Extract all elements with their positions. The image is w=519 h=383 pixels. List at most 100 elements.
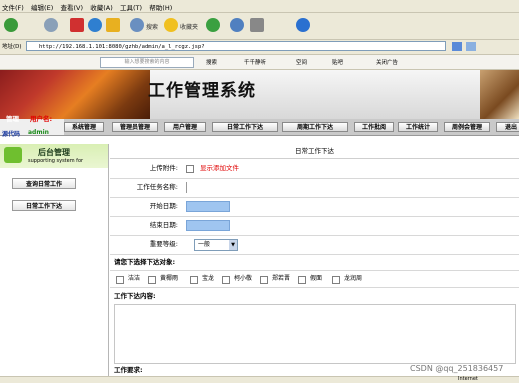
user-info: 管理 用户名: 源代码 admin <box>0 115 64 138</box>
nav-daily-assign[interactable]: 日常工作下达 <box>212 122 278 132</box>
sidebar-subtitle: supporting system for <box>28 158 84 164</box>
assignee-checkbox[interactable] <box>116 276 124 284</box>
address-input[interactable]: http://192.168.1.101:8080/gzhb/admin/a_l… <box>26 41 446 51</box>
source-label: 源代码 <box>2 131 21 138</box>
nav-logout[interactable]: 退出 <box>496 122 519 132</box>
menu-tools[interactable]: 工具(T) <box>118 0 145 12</box>
assignee-checkbox[interactable] <box>298 276 306 284</box>
assignee-name: 龙润周 <box>344 275 363 282</box>
nav-users[interactable]: 用户管理 <box>164 122 206 132</box>
start-date-row: 开始日期: <box>110 197 519 217</box>
nav-system[interactable]: 系统管理 <box>64 122 104 132</box>
end-date-label: 结束日期: <box>149 221 178 229</box>
ie-icon[interactable] <box>296 18 310 32</box>
assignee-checkbox[interactable] <box>190 276 198 284</box>
favorites-icon[interactable] <box>164 18 178 32</box>
assignee-name: 洁洁 <box>128 275 141 282</box>
requirements-label: 工作要求: <box>114 366 143 374</box>
address-bar: 地址(D) http://192.168.1.101:8080/gzhb/adm… <box>0 40 519 55</box>
assignee-checkbox[interactable] <box>332 276 340 284</box>
task-name-input[interactable] <box>186 182 187 193</box>
importance-select[interactable]: 一般 ▼ <box>194 239 238 251</box>
attachment-row: 上传附件: 显示添加文件 <box>110 159 519 179</box>
menu-view[interactable]: 查看(V) <box>58 0 86 12</box>
task-name-row: 工作任务名称: <box>110 178 519 198</box>
importance-label: 重要等级: <box>149 240 178 248</box>
assignee-name: 宝龙 <box>202 275 215 282</box>
home-icon[interactable] <box>106 18 120 32</box>
admin-name: admin <box>28 129 49 136</box>
assignee-name: 假面 <box>310 275 323 282</box>
assignees-header-row: 请您下选择下达对象: <box>110 254 519 271</box>
form-title: 日常工作下达 <box>110 144 519 159</box>
attachment-checkbox[interactable] <box>186 165 194 173</box>
menu-file[interactable]: 文件(F) <box>0 0 27 12</box>
menu-bar: 文件(F) 编辑(E) 查看(V) 收藏(A) 工具(T) 帮助(H) <box>0 0 519 13</box>
mgmt-label: 管理 <box>6 115 19 123</box>
compat-icon[interactable] <box>466 42 476 51</box>
attachment-label: 上传附件: <box>149 164 178 172</box>
content-textarea[interactable] <box>114 304 516 364</box>
banner-photo <box>480 70 519 119</box>
page-header: 工作管理系统 <box>0 70 519 119</box>
system-title: 工作管理系统 <box>148 81 256 101</box>
watermark: CSDN @qq_251836457 <box>410 364 504 373</box>
nav-review[interactable]: 工作批阅 <box>354 122 394 132</box>
back-icon[interactable] <box>4 18 18 32</box>
chevron-down-icon[interactable]: ▼ <box>229 240 237 250</box>
print-icon[interactable] <box>250 18 264 32</box>
sidebar-title: 后台管理 <box>38 148 70 157</box>
assignee-checkbox[interactable] <box>260 276 268 284</box>
menu-edit[interactable]: 编辑(E) <box>29 0 56 12</box>
sidebar-logo-icon <box>4 147 22 163</box>
mail-icon[interactable] <box>230 18 244 32</box>
forward-icon[interactable] <box>44 18 58 32</box>
favorites-label[interactable]: 收藏夹 <box>180 22 198 31</box>
content-header-row: 工作下达内容: <box>110 288 519 304</box>
task-name-label: 工作任务名称: <box>136 183 178 191</box>
nav-meetings[interactable]: 周例会管理 <box>444 122 490 132</box>
assign-daily-button[interactable]: 日常工作下达 <box>12 200 76 211</box>
query-daily-button[interactable]: 查询日常工作 <box>12 178 76 189</box>
search-toolbar-button[interactable]: 搜索 <box>206 58 217 66</box>
search-icon[interactable] <box>130 18 144 32</box>
importance-row: 重要等级: 一般 ▼ <box>110 235 519 255</box>
banner-image <box>0 70 150 119</box>
status-zone: Internet <box>458 376 478 382</box>
importance-value: 一般 <box>198 241 211 248</box>
toolbar-item-tieba[interactable]: 贴吧 <box>332 58 343 66</box>
add-file-link[interactable]: 显示添加文件 <box>200 159 239 178</box>
toolbar-item-close-ads[interactable]: 关闭广告 <box>376 58 398 66</box>
assign-form: 日常工作下达 上传附件: 显示添加文件 工作任务名称: 开始日期: 结束日期: … <box>110 144 519 376</box>
sidebar: 后台管理 supporting system for 查询日常工作 日常工作下达 <box>0 144 109 376</box>
nav-stats[interactable]: 工作统计 <box>398 122 438 132</box>
toolbar-item-qianqian[interactable]: 千千静听 <box>244 58 266 66</box>
assignee-name: 黄椰雨 <box>160 275 179 282</box>
assignee-checkbox[interactable] <box>222 276 230 284</box>
stop-icon[interactable] <box>70 18 84 32</box>
main-nav: 管理 用户名: 源代码 admin 系统管理 管理员管理 用户管理 日常工作下达… <box>0 115 519 138</box>
nav-admins[interactable]: 管理员管理 <box>112 122 158 132</box>
toolbar-item-space[interactable]: 空间 <box>296 58 307 66</box>
refresh-icon[interactable] <box>88 18 102 32</box>
content-label: 工作下达内容: <box>114 292 156 300</box>
go-icon[interactable] <box>452 42 462 51</box>
start-date-input[interactable] <box>186 201 230 212</box>
sidebar-header: 后台管理 supporting system for <box>0 144 108 168</box>
assignee-checkbox[interactable] <box>148 276 156 284</box>
address-label: 地址(D) <box>2 44 22 50</box>
search-label[interactable]: 搜索 <box>146 22 158 31</box>
end-date-input[interactable] <box>186 220 230 231</box>
media-icon[interactable] <box>206 18 220 32</box>
browser-toolbar: 搜索 收藏夹 <box>0 13 519 40</box>
username-label: 用户名: <box>30 115 53 123</box>
start-date-label: 开始日期: <box>149 202 178 210</box>
search-toolbar: 输入想要搜索的内容 搜索 千千静听 空间 贴吧 关闭广告 <box>0 55 519 70</box>
nav-periodic-assign[interactable]: 周期工作下达 <box>282 122 348 132</box>
assignees-row: 洁洁 黄椰雨 宝龙 柯小敬 郑若晋 假面 龙润周 <box>110 271 519 288</box>
assignee-name: 郑若晋 <box>272 275 291 282</box>
menu-help[interactable]: 帮助(H) <box>147 0 175 12</box>
end-date-row: 结束日期: <box>110 216 519 236</box>
search-toolbar-input[interactable]: 输入想要搜索的内容 <box>100 57 194 68</box>
menu-favorites[interactable]: 收藏(A) <box>88 0 116 12</box>
